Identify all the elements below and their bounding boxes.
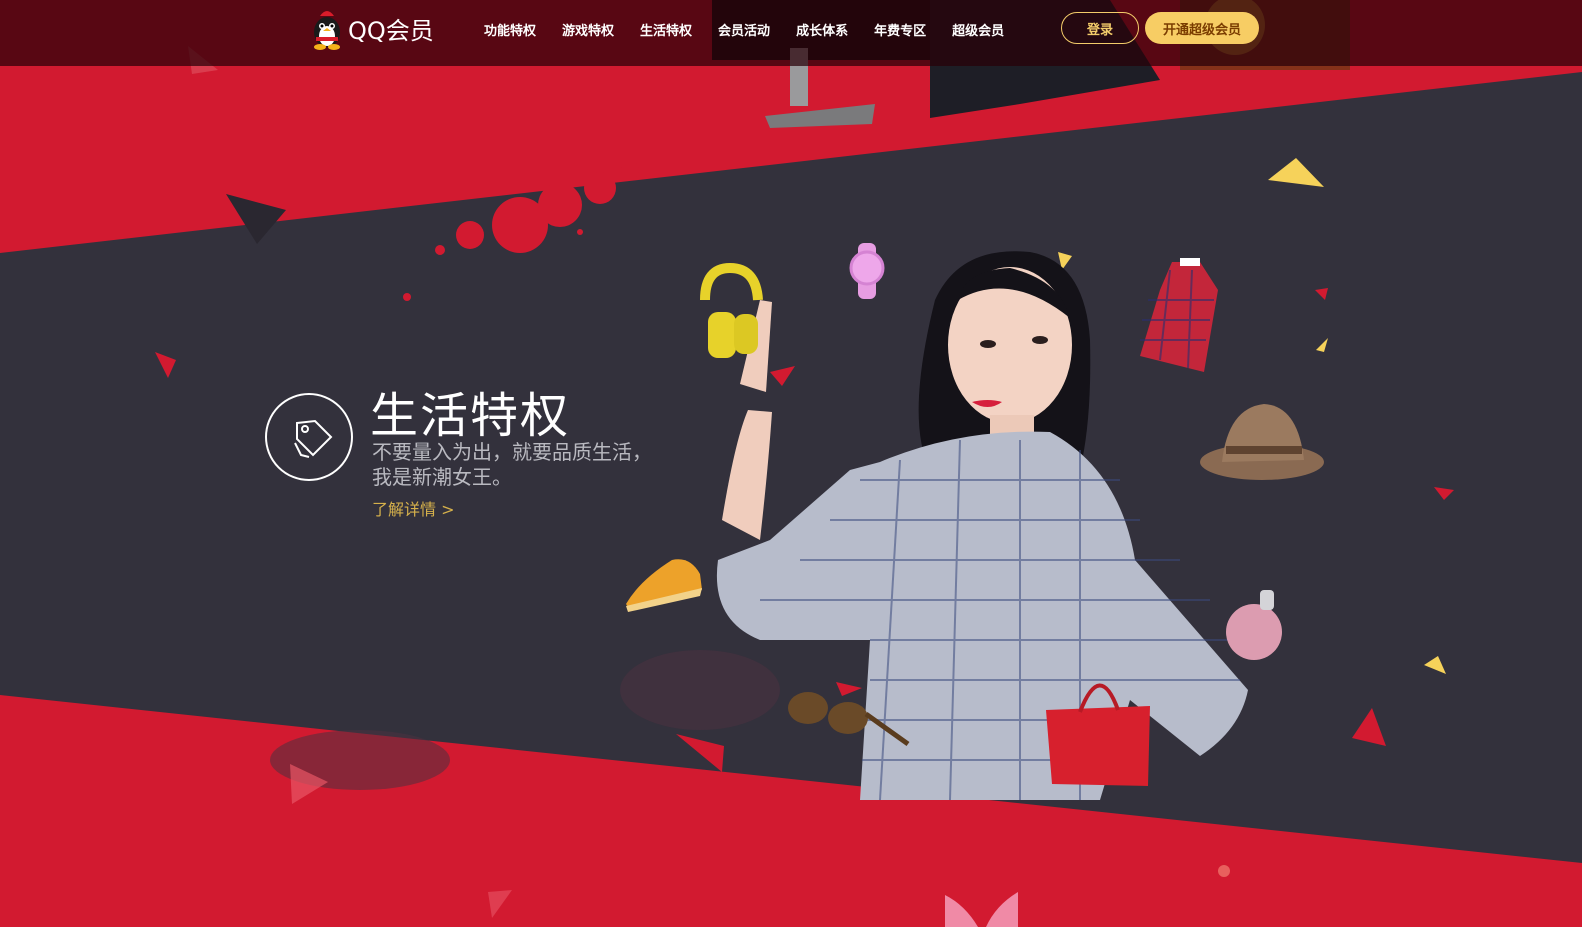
feature-description-line-2: 我是新潮女王。 [372, 465, 512, 489]
nav-item-growth[interactable]: 成长体系 [796, 20, 848, 39]
learn-more-link[interactable]: 了解详情 > [372, 496, 455, 520]
nav-item-activity[interactable]: 会员活动 [718, 20, 770, 39]
nav-item-life[interactable]: 生活特权 [640, 20, 692, 39]
feature-title: 生活特权 [370, 388, 571, 444]
nav-item-function[interactable]: 功能特权 [484, 20, 536, 39]
nav-item-annual[interactable]: 年费专区 [874, 20, 926, 39]
open-super-member-button[interactable]: 开通超级会员 [1145, 12, 1259, 44]
main-nav: 功能特权 游戏特权 生活特权 会员活动 成长体系 年费专区 超级会员 [484, 0, 1030, 58]
login-button[interactable]: 登录 [1061, 12, 1139, 44]
life-privilege-badge [265, 393, 353, 481]
logo[interactable]: QQ会员 [310, 6, 434, 50]
nav-item-super-member[interactable]: 超级会员 [952, 20, 1004, 39]
nav-item-game[interactable]: 游戏特权 [562, 20, 614, 39]
logo-text: QQ会员 [348, 16, 434, 45]
feature-description: 不要量入为出，就要品质生活， 我是新潮女王。 [372, 440, 692, 490]
hero-background [0, 0, 1582, 927]
top-nav-bar: QQ会员 功能特权 游戏特权 生活特权 会员活动 成长体系 年费专区 超级会员 … [0, 0, 1582, 66]
tag-icon [294, 419, 333, 458]
qq-penguin-icon [314, 11, 340, 50]
feature-description-line-1: 不要量入为出，就要品质生活， [372, 440, 652, 464]
